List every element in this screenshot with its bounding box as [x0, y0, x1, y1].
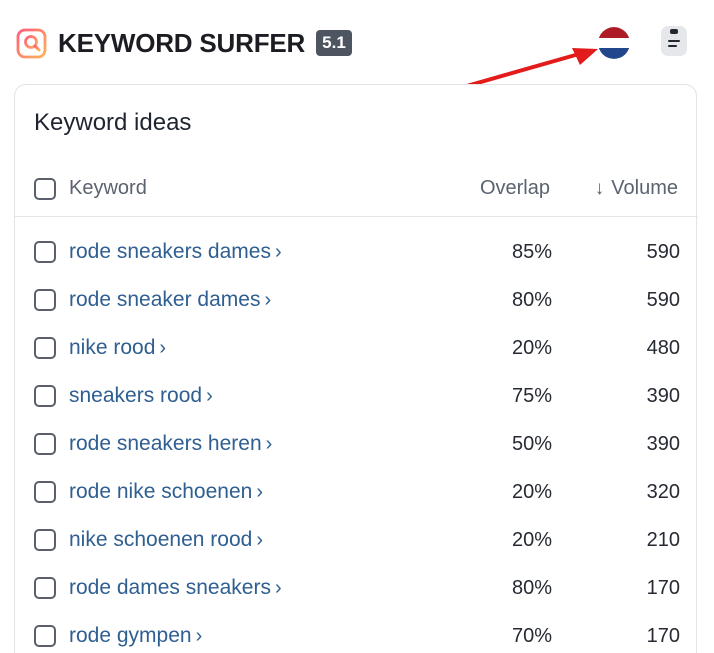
keyword-column-header: Keyword: [69, 177, 147, 199]
menu-line-icon: [668, 45, 677, 47]
volume-value: 210: [646, 529, 680, 551]
keyword-row: sneakers rood › 75% 390: [15, 373, 698, 421]
keyword-row: rode sneakers dames › 85% 590: [15, 229, 698, 277]
volume-value: 170: [646, 577, 680, 599]
chevron-right-icon: ›: [256, 529, 263, 551]
keyword-ideas-panel: Keyword ideas Keyword Overlap ↓ Volume ro…: [14, 84, 698, 653]
keyword-text: rode sneakers heren: [69, 432, 262, 455]
overlap-value: 85%: [511, 241, 552, 263]
netherlands-flag-icon: [598, 27, 630, 59]
chevron-right-icon: ›: [256, 481, 263, 503]
app-header: KEYWORD SURFER 5.1: [0, 0, 714, 113]
keyword-row-checkbox[interactable]: [34, 289, 56, 311]
keyword-text: rode sneaker dames: [69, 288, 261, 311]
keyword-row: rode sneakers heren › 50% 390: [15, 421, 698, 469]
keyword-link[interactable]: sneakers rood ›: [69, 383, 213, 409]
chevron-right-icon: ›: [264, 289, 272, 311]
keyword-surfer-popup: KEYWORD SURFER 5.1 Keyword ideas Keyword…: [0, 0, 714, 653]
sort-down-icon: ↓: [594, 178, 605, 199]
app-brand: KEYWORD SURFER: [58, 28, 306, 58]
chevron-right-icon: ›: [159, 337, 167, 359]
keyword-row-checkbox[interactable]: [34, 577, 56, 599]
overlap-value: 20%: [511, 481, 552, 503]
keyword-link[interactable]: nike rood ›: [69, 335, 166, 361]
menu-line-icon: [668, 40, 680, 42]
chevron-right-icon: ›: [274, 577, 282, 599]
keyword-text: rode sneakers dames: [69, 240, 271, 263]
keyword-row: rode sneaker dames › 80% 590: [15, 277, 698, 325]
keyword-row: nike schoenen rood › 20% 210: [15, 517, 698, 565]
overlap-column-header[interactable]: Overlap: [480, 176, 550, 200]
keyword-link[interactable]: rode sneakers heren ›: [69, 431, 272, 457]
keyword-link[interactable]: nike schoenen rood ›: [69, 527, 263, 553]
menu-bar-icon: [670, 29, 678, 34]
country-flag-button[interactable]: [598, 27, 630, 59]
version-badge: 5.1: [316, 30, 352, 56]
keyword-text: rode dames sneakers: [69, 576, 271, 599]
keyword-text: sneakers rood: [69, 384, 203, 407]
keyword-row: rode dames sneakers › 80% 170: [15, 565, 698, 613]
keyword-row-checkbox[interactable]: [34, 529, 56, 551]
volume-value: 390: [646, 433, 680, 455]
volume-value: 390: [646, 385, 680, 407]
keyword-row: nike rood › 20% 480: [15, 325, 698, 373]
keyword-link[interactable]: rode sneakers dames ›: [69, 239, 282, 265]
volume-value: 590: [646, 289, 680, 311]
volume-value: 480: [646, 337, 680, 359]
overlap-value: 50%: [511, 433, 552, 455]
chevron-right-icon: ›: [206, 385, 213, 407]
overlap-value: 80%: [511, 577, 552, 599]
keyword-link[interactable]: rode dames sneakers ›: [69, 575, 282, 601]
keyword-row-checkbox[interactable]: [34, 433, 56, 455]
keyword-text: nike schoenen rood: [69, 528, 253, 551]
select-all-checkbox[interactable]: [34, 178, 56, 200]
keyword-list: rode sneakers dames › 85% 590 rode sneake…: [15, 229, 698, 653]
chevron-right-icon: ›: [195, 625, 203, 647]
overlap-value: 20%: [511, 337, 552, 359]
overlap-value: 75%: [511, 385, 552, 407]
chevron-right-icon: ›: [274, 241, 282, 263]
volume-value: 320: [646, 481, 680, 503]
volume-value: 170: [646, 625, 680, 647]
overlap-value: 70%: [511, 625, 552, 647]
overlap-value: 20%: [511, 529, 552, 551]
overlap-value: 80%: [511, 289, 552, 311]
keyword-row-checkbox[interactable]: [34, 481, 56, 503]
keyword-link[interactable]: rode gympen ›: [69, 623, 202, 649]
keyword-row-checkbox[interactable]: [34, 241, 56, 263]
keyword-link[interactable]: rode sneaker dames ›: [69, 287, 271, 313]
keyword-text: rode gympen: [69, 624, 192, 647]
keyword-row-checkbox[interactable]: [34, 385, 56, 407]
volume-column-label: Volume: [611, 177, 678, 199]
panel-title: Keyword ideas: [34, 109, 192, 136]
keyword-link[interactable]: rode nike schoenen ›: [69, 479, 263, 505]
sidebar-menu-button[interactable]: [661, 26, 687, 56]
keyword-row: rode gympen › 70% 170: [15, 613, 698, 653]
keyword-text: nike rood: [69, 336, 156, 359]
chevron-right-icon: ›: [265, 433, 273, 455]
keyword-row-checkbox[interactable]: [34, 625, 56, 647]
keyword-text: rode nike schoenen: [69, 480, 253, 503]
keyword-surfer-logo-icon: [16, 28, 47, 59]
volume-value: 590: [646, 241, 680, 263]
keyword-row: rode nike schoenen › 20% 320: [15, 469, 698, 517]
keyword-row-checkbox[interactable]: [34, 337, 56, 359]
volume-column-header[interactable]: ↓ Volume: [595, 176, 678, 201]
